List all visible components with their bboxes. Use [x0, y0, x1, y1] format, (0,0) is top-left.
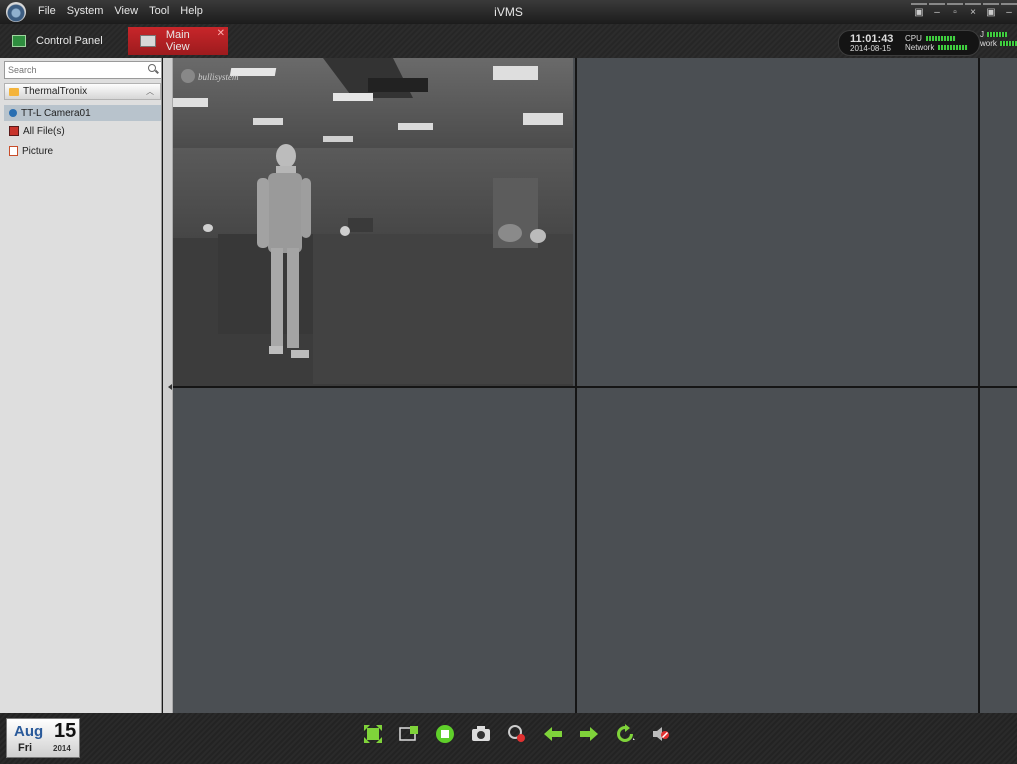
network-label: Network	[905, 43, 935, 52]
resource-sidebar: ThermalTronix ︿ TT-L Camera01 All File(s…	[0, 58, 162, 713]
lock-icon-secondary[interactable]: ▣	[983, 3, 999, 19]
menu-bar: File System View Tool Help	[38, 5, 203, 17]
video-pane-3[interactable]	[173, 388, 575, 713]
sidebar-collapse-handle[interactable]	[163, 58, 173, 713]
video-pane-1[interactable]: bullisystem	[173, 58, 573, 387]
date-year: 2014	[53, 744, 71, 753]
capture-icon[interactable]	[470, 723, 492, 745]
cpu-meter	[925, 36, 956, 41]
cycle-icon[interactable]	[614, 723, 636, 745]
tab-main-view-label: Main View	[165, 29, 190, 53]
cpu-label: CPU	[905, 34, 922, 43]
tab-control-panel-label: Control Panel	[36, 35, 103, 47]
search-icon[interactable]	[148, 64, 156, 72]
date-day: 15	[54, 720, 77, 742]
resource-meters: CPU Network	[905, 34, 969, 52]
clock-time: 11:01:43	[850, 33, 894, 45]
previous-icon[interactable]	[542, 723, 564, 745]
cpu-label-clipped: J	[980, 30, 984, 39]
record-icon[interactable]	[506, 723, 528, 745]
title-bar: File System View Tool Help iVMS ▣ – ▫ × …	[0, 0, 1017, 24]
window-controls: ▣ – ▫ × ▣ –	[911, 3, 1017, 19]
fullscreen-icon[interactable]	[362, 723, 384, 745]
window-layout-icon[interactable]	[398, 723, 420, 745]
video-grid: bullisystem	[173, 58, 1017, 713]
network-meter	[938, 45, 969, 50]
close-icon[interactable]: ×	[965, 3, 981, 19]
main-view-icon	[140, 35, 156, 47]
network-label-clipped: work	[980, 39, 997, 48]
tab-main-view[interactable]: Main View ✕	[128, 27, 228, 55]
camera-icon	[9, 109, 17, 117]
clock: 11:01:43 2014-08-15	[850, 34, 893, 54]
next-icon[interactable]	[578, 723, 600, 745]
tree-item-all-files[interactable]: All File(s)	[4, 123, 161, 139]
minimize-icon[interactable]: –	[929, 3, 945, 19]
ivms-logo-icon	[6, 2, 26, 22]
playback-toolbar	[362, 723, 672, 745]
file-icon	[9, 126, 19, 136]
picture-icon	[9, 146, 18, 156]
menu-system[interactable]: System	[67, 5, 104, 17]
menu-view[interactable]: View	[114, 5, 138, 17]
stop-all-icon[interactable]	[434, 723, 456, 745]
tree-item-picture-label: Picture	[22, 145, 54, 157]
date-widget: Aug 15 Fri 2014	[6, 718, 80, 758]
folder-icon	[9, 87, 19, 96]
tab-close-icon[interactable]: ✕	[217, 28, 225, 39]
network-meter-clipped	[999, 41, 1017, 46]
group-label: ThermalTronix	[23, 86, 88, 97]
tree-item-picture[interactable]: Picture	[4, 143, 161, 159]
menu-help[interactable]: Help	[180, 5, 203, 17]
video-pane-4[interactable]	[577, 388, 978, 713]
group-thermaltronix[interactable]: ThermalTronix ︿	[4, 83, 161, 100]
date-month: Aug	[14, 723, 44, 740]
tree-item-all-files-label: All File(s)	[23, 125, 65, 137]
tab-control-panel[interactable]: Control Panel	[0, 27, 120, 55]
video-watermark: bullisystem	[198, 72, 239, 82]
restore-icon[interactable]: ▫	[947, 3, 963, 19]
audio-mute-icon[interactable]	[650, 723, 672, 745]
cpu-meter-clipped	[987, 32, 1007, 37]
menu-tool[interactable]: Tool	[149, 5, 169, 17]
tree-item-camera[interactable]: TT-L Camera01	[4, 105, 161, 121]
control-panel-icon	[12, 35, 26, 47]
video-pane-2[interactable]	[577, 58, 978, 386]
chevron-up-icon[interactable]: ︿	[146, 86, 154, 97]
date-weekday: Fri	[18, 742, 33, 754]
thermal-camera-feed: bullisystem	[173, 58, 573, 386]
clock-date: 2014-08-15	[850, 44, 891, 53]
lock-icon[interactable]: ▣	[911, 3, 927, 19]
menu-file[interactable]: File	[38, 5, 56, 17]
system-status-clipped: J work	[980, 30, 1017, 54]
bottom-toolbar: Aug 15 Fri 2014	[0, 713, 1017, 764]
tree-item-camera-label: TT-L Camera01	[21, 107, 91, 119]
search-input[interactable]	[4, 61, 162, 79]
minimize-icon-secondary[interactable]: –	[1001, 3, 1017, 19]
system-status: 11:01:43 2014-08-15 CPU Network	[838, 30, 980, 56]
